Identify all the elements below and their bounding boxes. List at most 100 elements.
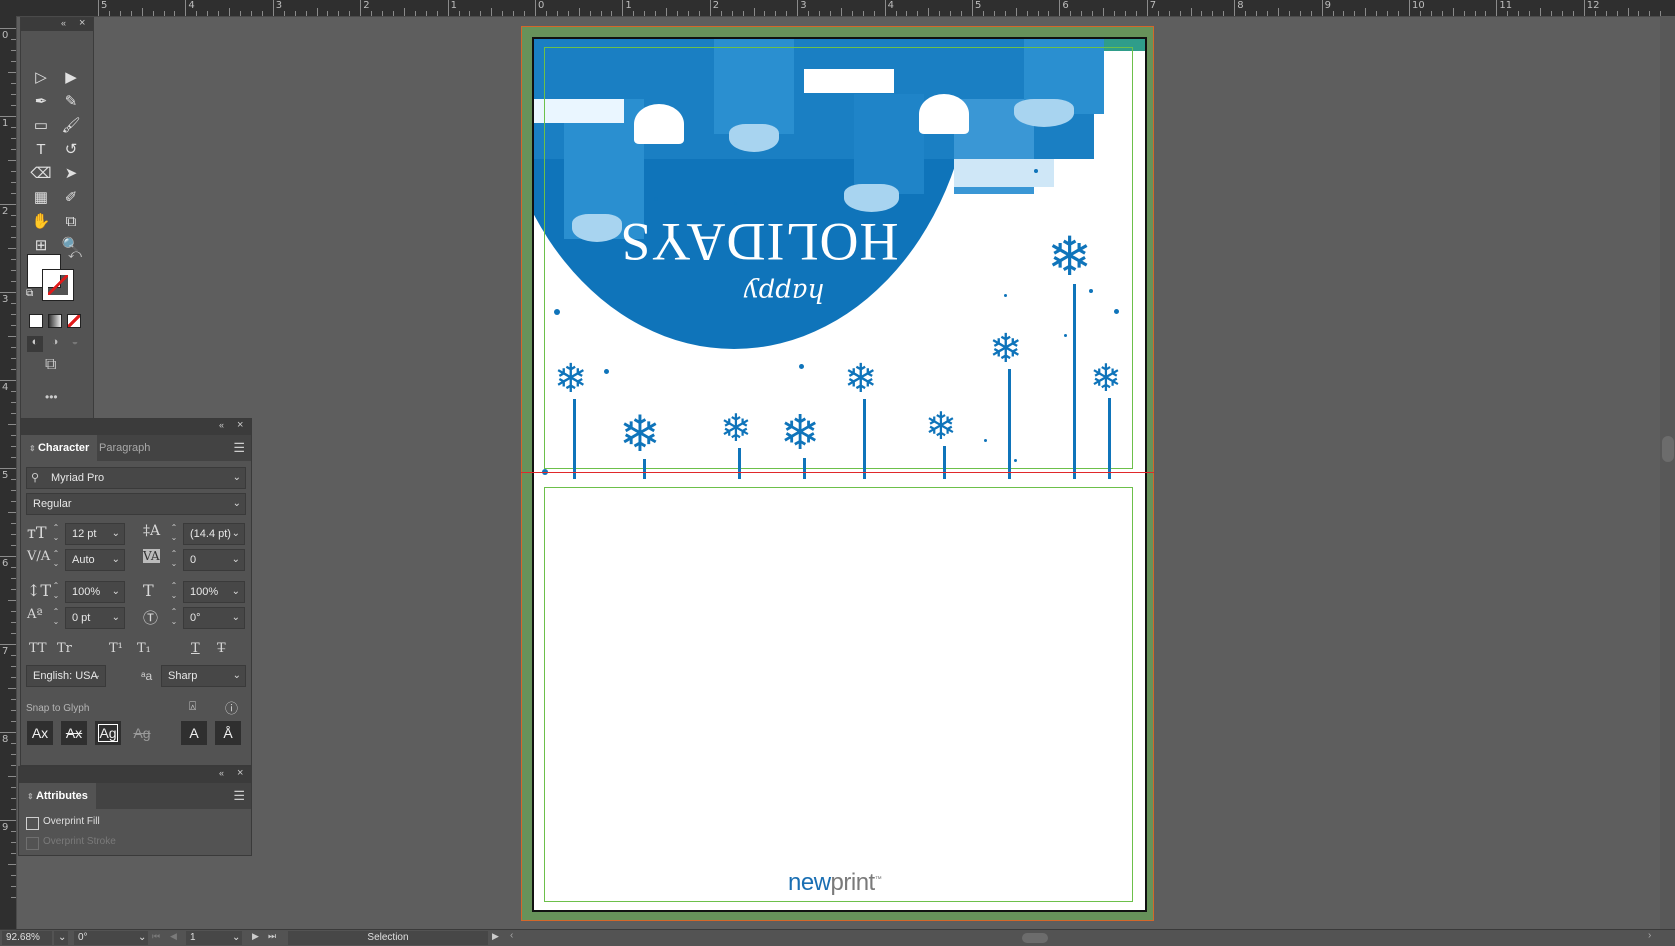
close-icon[interactable]: × [79, 17, 85, 29]
language-select[interactable]: English: USA ⌄ [26, 665, 106, 687]
underline-button[interactable]: T [191, 641, 200, 656]
tab-character[interactable]: ⇕ Character [21, 435, 98, 461]
superscript-button[interactable]: T¹ [109, 641, 123, 656]
rotate-tool[interactable]: ↺ [59, 138, 83, 160]
snap-to-proximity-guides-button[interactable]: Ag [129, 721, 155, 745]
snap-to-x-height-button[interactable]: Ax [61, 721, 87, 745]
snap-to-angular-guides-button[interactable]: A [181, 721, 207, 745]
panel-menu-icon[interactable]: ☰ [233, 788, 245, 804]
rotation-stepper[interactable]: ⌃ ⌄ [167, 607, 181, 629]
artboard-tool[interactable]: ⊞ [29, 234, 53, 256]
rotation-input[interactable]: 0° ⌄ [183, 607, 245, 629]
status-menu-button[interactable]: ▶ [492, 931, 499, 942]
gradient-tool[interactable]: ▦ [29, 186, 53, 208]
draw-normal-icon[interactable]: ◐ [27, 336, 43, 352]
close-icon[interactable]: × [237, 767, 243, 779]
vertical-ruler[interactable]: 0 1 2 3 4 5 6 7 8 9 [0, 16, 17, 929]
collapse-icon[interactable]: « [219, 768, 224, 778]
eyedropper-tool[interactable]: ✐ [59, 186, 83, 208]
snap-to-glyph-bounds-button[interactable]: Ag [95, 721, 121, 745]
draw-behind-icon[interactable]: ◑ [47, 336, 63, 352]
small-caps-button[interactable]: Tr [57, 641, 72, 656]
tracking-input[interactable]: 0 ⌄ [183, 549, 245, 571]
selection-tool[interactable]: ▷ [29, 66, 53, 88]
paintbrush-tool[interactable]: 🖌 [59, 114, 83, 136]
collapse-icon[interactable]: « [219, 420, 224, 430]
font-style-field[interactable]: Regular ⌄ [26, 493, 246, 515]
default-colors-icon[interactable]: ⧉ [26, 288, 33, 299]
snowflake-icon: ❄ [925, 406, 957, 448]
horizontal-scroll-thumb[interactable] [1022, 933, 1048, 943]
info-icon[interactable]: ⓘ [225, 698, 238, 717]
baseline-shift-stepper[interactable]: ⌃ ⌄ [49, 607, 63, 629]
gradient-mode-button[interactable] [48, 314, 62, 328]
vertical-scroll-thumb[interactable] [1662, 436, 1674, 462]
edit-toolbar-button[interactable]: ••• [45, 390, 58, 404]
current-tool-status[interactable]: Selection [288, 931, 488, 945]
close-icon[interactable]: × [237, 419, 243, 431]
scroll-left-button[interactable]: ‹ [510, 930, 513, 941]
first-artboard-button[interactable]: ⏮ [152, 931, 160, 942]
all-caps-button[interactable]: TT [29, 641, 47, 656]
last-artboard-button[interactable]: ⏭ [268, 931, 276, 942]
swap-fill-stroke-icon[interactable]: ⤺ [68, 246, 82, 262]
vertical-scale-stepper[interactable]: ⌃ ⌄ [49, 581, 63, 603]
zoom-dropdown[interactable]: ⌄ [54, 931, 68, 945]
glyph-options-icon[interactable]: ⍓ [189, 699, 196, 714]
snap-to-anchor-point-button[interactable]: Å [215, 721, 241, 745]
panel-menu-icon[interactable]: ☰ [233, 440, 245, 456]
stroke-swatch[interactable] [42, 269, 74, 301]
artboard-number-field[interactable]: 1 [186, 931, 228, 945]
none-mode-button[interactable] [67, 314, 81, 328]
tracking-stepper[interactable]: ⌃ ⌄ [167, 549, 181, 571]
curvature-tool[interactable]: ✎ [59, 90, 83, 112]
baseline-shift-input[interactable]: 0 pt ⌄ [65, 607, 125, 629]
tools-panel-header[interactable]: « × [21, 17, 93, 31]
rotation-dropdown[interactable]: ⌄ [134, 931, 148, 945]
horizontal-ruler[interactable]: 5 4 3 2 1 0 1 2 3 4 5 6 7 8 9 10 11 12 [0, 0, 1675, 17]
collapse-icon[interactable]: « [61, 18, 66, 28]
snowflake-stem [1108, 398, 1111, 479]
previous-artboard-button[interactable]: ◀ [170, 931, 177, 942]
leading-stepper[interactable]: ⌃ ⌄ [167, 523, 181, 545]
screen-mode-icon[interactable]: ⧉ [45, 356, 56, 374]
horizontal-scale-stepper[interactable]: ⌃ ⌄ [167, 581, 181, 603]
tab-attributes[interactable]: ⇕ Attributes [19, 783, 96, 809]
strikethrough-button[interactable]: T̶ [217, 641, 226, 656]
direct-selection-tool[interactable]: ▶ [59, 66, 83, 88]
artboard[interactable]: HOLIDAYS happy newprint™ ❄ ❄ ❄ ❄ ❄ ❄ ❄ ❄ ❄ [532, 37, 1147, 912]
rectangle-tool[interactable]: ▭ [29, 114, 53, 136]
scroll-right-button[interactable]: › [1648, 930, 1651, 941]
eraser-tool[interactable]: ⌫ [29, 162, 53, 184]
overprint-stroke-checkbox[interactable] [26, 837, 39, 850]
zoom-level-field[interactable]: 92.68% [2, 931, 52, 945]
panel-header[interactable]: « × [21, 419, 251, 435]
shape-builder-tool[interactable]: ⧉ [59, 210, 83, 232]
artboard-dropdown[interactable]: ⌄ [228, 931, 242, 945]
font-family-field[interactable]: ⚲ Myriad Pro ⌄ [26, 467, 246, 489]
ruler-origin[interactable] [0, 0, 16, 16]
anti-alias-select[interactable]: Sharp ⌄ [161, 665, 246, 687]
vertical-scrollbar[interactable] [1660, 16, 1675, 929]
lasso-tool[interactable]: ➤ [59, 162, 83, 184]
rotation-view-field[interactable]: 0° [74, 931, 134, 945]
draw-inside-icon[interactable]: ◒ [67, 336, 83, 352]
pen-tool[interactable]: ✒ [29, 90, 53, 112]
horizontal-scale-input[interactable]: 100% ⌄ [183, 581, 245, 603]
type-tool[interactable]: T [29, 138, 53, 160]
panel-header[interactable]: « × [19, 767, 251, 783]
color-mode-button[interactable] [29, 314, 43, 328]
overprint-fill-checkbox[interactable] [26, 817, 39, 830]
kerning-input[interactable]: Auto ⌄ [65, 549, 125, 571]
font-size-stepper[interactable]: ⌃ ⌄ [49, 523, 63, 545]
snow-dot [984, 439, 987, 442]
next-artboard-button[interactable]: ▶ [252, 931, 259, 942]
tab-paragraph[interactable]: Paragraph [91, 435, 158, 461]
subscript-button[interactable]: T₁ [137, 641, 151, 656]
vertical-scale-input[interactable]: 100% ⌄ [65, 581, 125, 603]
leading-input[interactable]: (14.4 pt) ⌄ [183, 523, 245, 545]
kerning-stepper[interactable]: ⌃ ⌄ [49, 549, 63, 571]
font-size-input[interactable]: 12 pt ⌄ [65, 523, 125, 545]
puppet-warp-tool[interactable]: ✋ [29, 210, 53, 232]
snap-to-baseline-button[interactable]: Ax [27, 721, 53, 745]
